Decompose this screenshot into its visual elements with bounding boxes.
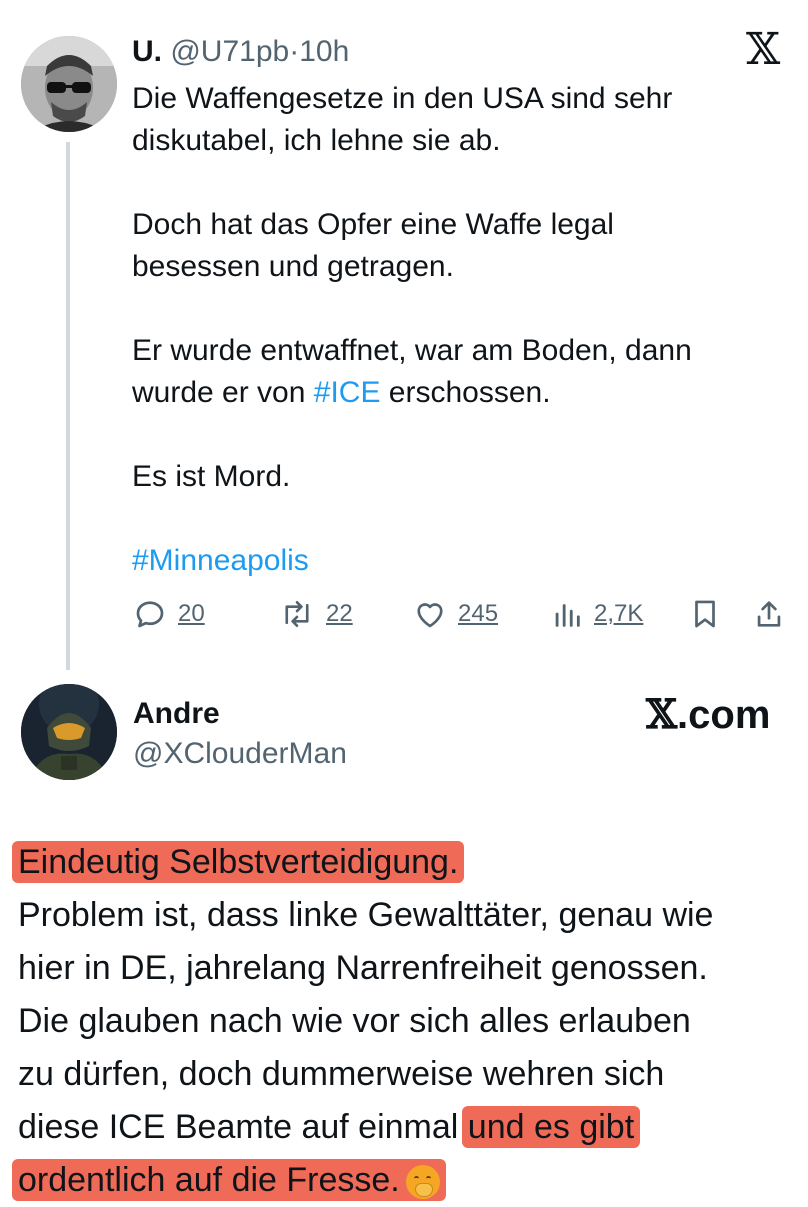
text-span: wurde er von: [132, 376, 314, 409]
reply-line: diese ICE Beamte auf einmal und es gibt: [18, 1101, 798, 1154]
tweet-line: diskutabel, ich lehne sie ab.: [132, 124, 501, 157]
text-span: diese ICE Beamte auf einmal: [18, 1108, 468, 1146]
reply-line: ordentlich auf die Fresse.: [12, 1154, 798, 1207]
tweet-line: Doch hat das Opfer eine Waffe legal: [132, 208, 614, 241]
text-span: ordentlich auf die Fresse.: [18, 1161, 400, 1199]
repost-count: 22: [326, 600, 353, 627]
reply-count: 20: [178, 600, 205, 627]
hashtag-ice-link[interactable]: #ICE: [314, 376, 381, 409]
view-count: 2,7K: [594, 600, 644, 627]
author-name[interactable]: U.: [132, 35, 162, 68]
x-close-icon[interactable]: 𝕏: [746, 28, 780, 72]
thread-connector-line: [66, 142, 70, 670]
reply-button[interactable]: 20: [132, 592, 205, 636]
reply-line: hier in DE, jahrelang Narrenfreiheit gen…: [18, 949, 708, 987]
views-button[interactable]: 2,7K: [550, 592, 643, 636]
reply-author-name[interactable]: Andre: [133, 696, 220, 732]
reply-icon: [136, 601, 164, 628]
x-com-brand: 𝕏.com: [646, 692, 770, 738]
bookmark-button[interactable]: [688, 592, 722, 636]
tweet-line: Er wurde entwaffnet, war am Boden, dann: [132, 334, 692, 367]
reply-text: Eindeutig Selbstverteidigung. Problem is…: [12, 836, 798, 1207]
hashtag-minneapolis-link[interactable]: #Minneapolis: [132, 540, 772, 582]
tweet-line: Die Waffengesetze in den USA sind sehr: [132, 82, 673, 115]
heart-icon: [417, 603, 443, 628]
text-span: erschossen.: [380, 376, 551, 409]
avatar-xclouderman[interactable]: [21, 684, 117, 780]
tweet-time[interactable]: 10h: [299, 35, 349, 68]
tweet-line: Es ist Mord.: [132, 460, 291, 493]
repost-button[interactable]: 22: [278, 592, 353, 636]
reply-line: Die glauben nach wie vor sich alles erla…: [18, 1002, 691, 1040]
tweet-line: wurde er von #ICE erschossen.: [132, 372, 772, 414]
tweet-text: Die Waffengesetze in den USA sind sehr d…: [132, 78, 772, 582]
x-logo-icon: 𝕏: [646, 691, 678, 738]
header-separator: ·: [289, 35, 300, 68]
tweet-actions: 20 22 245 2,7K: [132, 592, 792, 636]
face-with-hand-over-mouth-emoji-icon: [405, 1165, 440, 1200]
reply-line: Eindeutig Selbstverteidigung.: [12, 836, 798, 889]
author-handle[interactable]: @U71pb: [170, 35, 289, 68]
share-icon: [757, 601, 781, 627]
brand-suffix: .com: [677, 693, 771, 737]
reply-author-handle[interactable]: @XClouderMan: [133, 736, 347, 772]
views-chart-icon: [555, 604, 580, 627]
repost-icon: [285, 600, 309, 628]
highlighted-text: Eindeutig Selbstverteidigung.: [12, 841, 465, 883]
tweet-header: U. @U71pb·10h: [132, 34, 349, 70]
avatar-u71pb[interactable]: [21, 36, 117, 132]
reply-line: zu dürfen, doch dummerweise wehren sich: [18, 1055, 665, 1093]
like-count: 245: [458, 600, 499, 627]
highlighted-text: und es gibt: [461, 1106, 641, 1148]
reply-line: Problem ist, dass linke Gewalttäter, gen…: [18, 896, 714, 934]
like-button[interactable]: 245: [412, 592, 498, 636]
highlighted-text: ordentlich auf die Fresse.: [12, 1159, 446, 1201]
tweet-line: besessen und getragen.: [132, 250, 454, 283]
share-button[interactable]: [752, 592, 786, 636]
bookmark-icon: [695, 600, 715, 628]
